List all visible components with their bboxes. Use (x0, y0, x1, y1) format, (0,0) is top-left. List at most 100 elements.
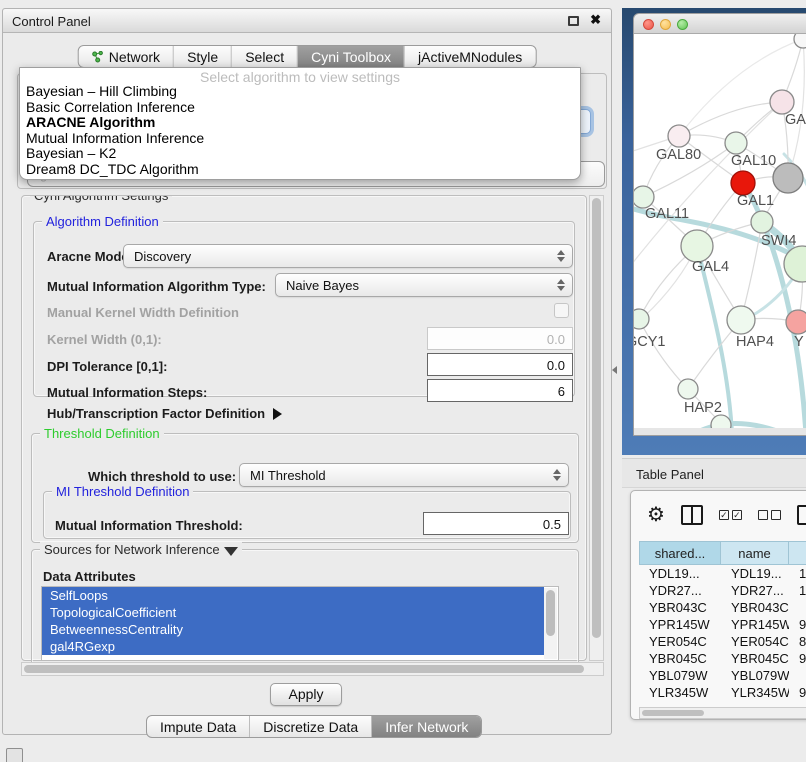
network-node[interactable] (711, 415, 731, 428)
attribute-item[interactable]: TopologicalCoefficient (42, 604, 544, 621)
network-node[interactable] (681, 230, 713, 262)
column-header-partial[interactable]: A (789, 541, 806, 565)
table-cell: 9. (789, 616, 806, 633)
algorithm-option[interactable]: Bayesian – Hill Climbing (20, 84, 580, 100)
column-visibility-icon[interactable] (681, 505, 703, 525)
table-row[interactable]: YER054CYER054C8. (639, 633, 806, 650)
table-row[interactable]: YBR043CYBR043C (639, 599, 806, 616)
gear-icon[interactable]: ⚙ (647, 505, 665, 525)
scrollbar-thumb[interactable] (592, 198, 601, 638)
table-cell: YBR043C (639, 599, 721, 616)
which-threshold-combobox[interactable]: MI Threshold (239, 463, 569, 487)
table-row[interactable]: YDR27...YDR27...12 (639, 582, 806, 599)
scrollbar-thumb[interactable] (642, 710, 704, 716)
tab-discretize-data[interactable]: Discretize Data (249, 716, 371, 737)
table-row[interactable]: YPR145WYPR145W9. (639, 616, 806, 633)
close-traffic-light-icon[interactable] (643, 19, 654, 30)
network-node[interactable] (786, 310, 806, 334)
attribute-item[interactable]: gal4RGexp (42, 638, 544, 655)
kernel-width-field[interactable]: 0.0 (427, 327, 573, 350)
which-threshold-value: MI Threshold (250, 468, 326, 483)
network-node[interactable] (634, 186, 654, 208)
sources-legend-label: Sources for Network Inference (44, 542, 220, 557)
mi-type-combobox[interactable]: Naive Bayes (275, 273, 573, 297)
tab-impute-data[interactable]: Impute Data (147, 716, 249, 737)
mi-threshold-label: Mutual Information Threshold: (55, 518, 243, 533)
tab-label: Style (187, 49, 218, 65)
threshold-definition-legend: Threshold Definition (40, 426, 164, 441)
tab-label: Select (245, 49, 284, 65)
sources-legend[interactable]: Sources for Network Inference (40, 542, 242, 557)
apply-button[interactable]: Apply (270, 683, 342, 706)
table-cell: YBR045C (721, 650, 789, 667)
tab-style[interactable]: Style (173, 46, 231, 67)
collapse-down-icon (224, 547, 238, 556)
aracne-mode-combobox[interactable]: Discovery (123, 244, 573, 268)
cyni-settings-legend: Cyni Algorithm Settings (30, 195, 172, 203)
export-table-icon[interactable] (797, 505, 806, 525)
table-cell (789, 599, 806, 616)
algorithm-option[interactable]: Basic Correlation Inference (20, 100, 580, 116)
tab-network[interactable]: Network (79, 46, 173, 67)
network-node[interactable] (678, 379, 698, 399)
tab-label: Infer Network (385, 719, 468, 735)
table-row[interactable]: YDL19...YDL19...13 (639, 565, 806, 582)
panel-splitter-handle[interactable] (612, 366, 617, 374)
stepper-arrows-icon (557, 279, 565, 291)
table-row[interactable]: YBL079WYBL079W (639, 667, 806, 684)
table-cell: YLR345W (721, 684, 789, 701)
table-cell: 12 (789, 582, 806, 599)
network-node[interactable] (794, 34, 806, 48)
scrollbar-thumb[interactable] (546, 590, 555, 636)
table-row[interactable]: YIL052CYIL052C9. (639, 701, 806, 705)
deselect-all-rows-icon[interactable] (758, 510, 781, 520)
hub-definition-expander[interactable]: Hub/Transcription Factor Definition (47, 406, 282, 421)
mi-threshold-field[interactable]: 0.5 (423, 512, 569, 535)
network-canvas[interactable]: GALGAL80GAL10GAL1GAL11SWI4GAL4GCY1HAP4YH… (634, 34, 806, 428)
network-node[interactable] (770, 90, 794, 114)
tab-select[interactable]: Select (231, 46, 297, 67)
network-node[interactable] (751, 211, 773, 233)
network-node[interactable] (634, 309, 649, 329)
select-all-rows-icon[interactable]: ✓✓ (719, 510, 742, 520)
zoom-traffic-light-icon[interactable] (677, 19, 688, 30)
algorithm-option[interactable]: Mutual Information Inference (20, 131, 580, 147)
scrollbar-thumb[interactable] (24, 665, 584, 673)
column-header-name[interactable]: name (721, 541, 789, 565)
column-header-shared-name[interactable]: shared... (639, 541, 721, 565)
network-node[interactable] (725, 132, 747, 154)
table-row[interactable]: YBR045CYBR045C9. (639, 650, 806, 667)
float-window-icon[interactable] (568, 16, 579, 26)
aracne-mode-label: Aracne Mode: (47, 249, 133, 264)
attribute-item[interactable]: BetweennessCentrality (42, 621, 544, 638)
tab-infer-network[interactable]: Infer Network (371, 716, 481, 737)
table-row[interactable]: YLR345WYLR345W9. (639, 684, 806, 701)
network-node[interactable] (773, 163, 803, 193)
tab-jactivemnodules[interactable]: jActiveMNodules (404, 46, 535, 67)
table-toolbar: ⚙ ✓✓ (631, 497, 806, 533)
algorithm-option-list: Bayesian – Hill ClimbingBasic Correlatio… (20, 84, 580, 178)
mi-steps-label: Mutual Information Steps: (47, 385, 207, 400)
algorithm-option[interactable]: Bayesian – K2 (20, 146, 580, 162)
close-icon[interactable]: ✖ (590, 12, 601, 28)
minimize-traffic-light-icon[interactable] (660, 19, 671, 30)
mi-steps-field[interactable]: 6 (427, 379, 573, 402)
tab-cyni-toolbox[interactable]: Cyni Toolbox (297, 46, 404, 67)
table-header: shared... name A (639, 541, 806, 565)
algorithm-option[interactable]: Dream8 DC_TDC Algorithm (20, 162, 580, 178)
network-node[interactable] (731, 171, 755, 195)
mi-type-label: Mutual Information Algorithm Type: (47, 279, 266, 294)
manual-kernel-checkbox[interactable] (554, 303, 569, 318)
algorithm-option[interactable]: ARACNE Algorithm (20, 115, 580, 131)
attribute-item[interactable]: SelfLoops (42, 587, 544, 604)
aracne-mode-value: Discovery (134, 249, 191, 264)
settings-vertical-scrollbar (589, 195, 604, 661)
minimized-panel-icon[interactable] (6, 748, 23, 762)
network-node[interactable] (668, 125, 690, 147)
panel-title: Control Panel (12, 14, 91, 29)
network-node-label: GAL10 (731, 153, 776, 169)
control-panel-tabs: Network Style Select Cyni Toolbox jActiv… (78, 45, 537, 68)
network-window-titlebar[interactable] (634, 14, 806, 34)
dpi-tolerance-field[interactable]: 0.0 (427, 353, 573, 376)
network-node[interactable] (727, 306, 755, 334)
